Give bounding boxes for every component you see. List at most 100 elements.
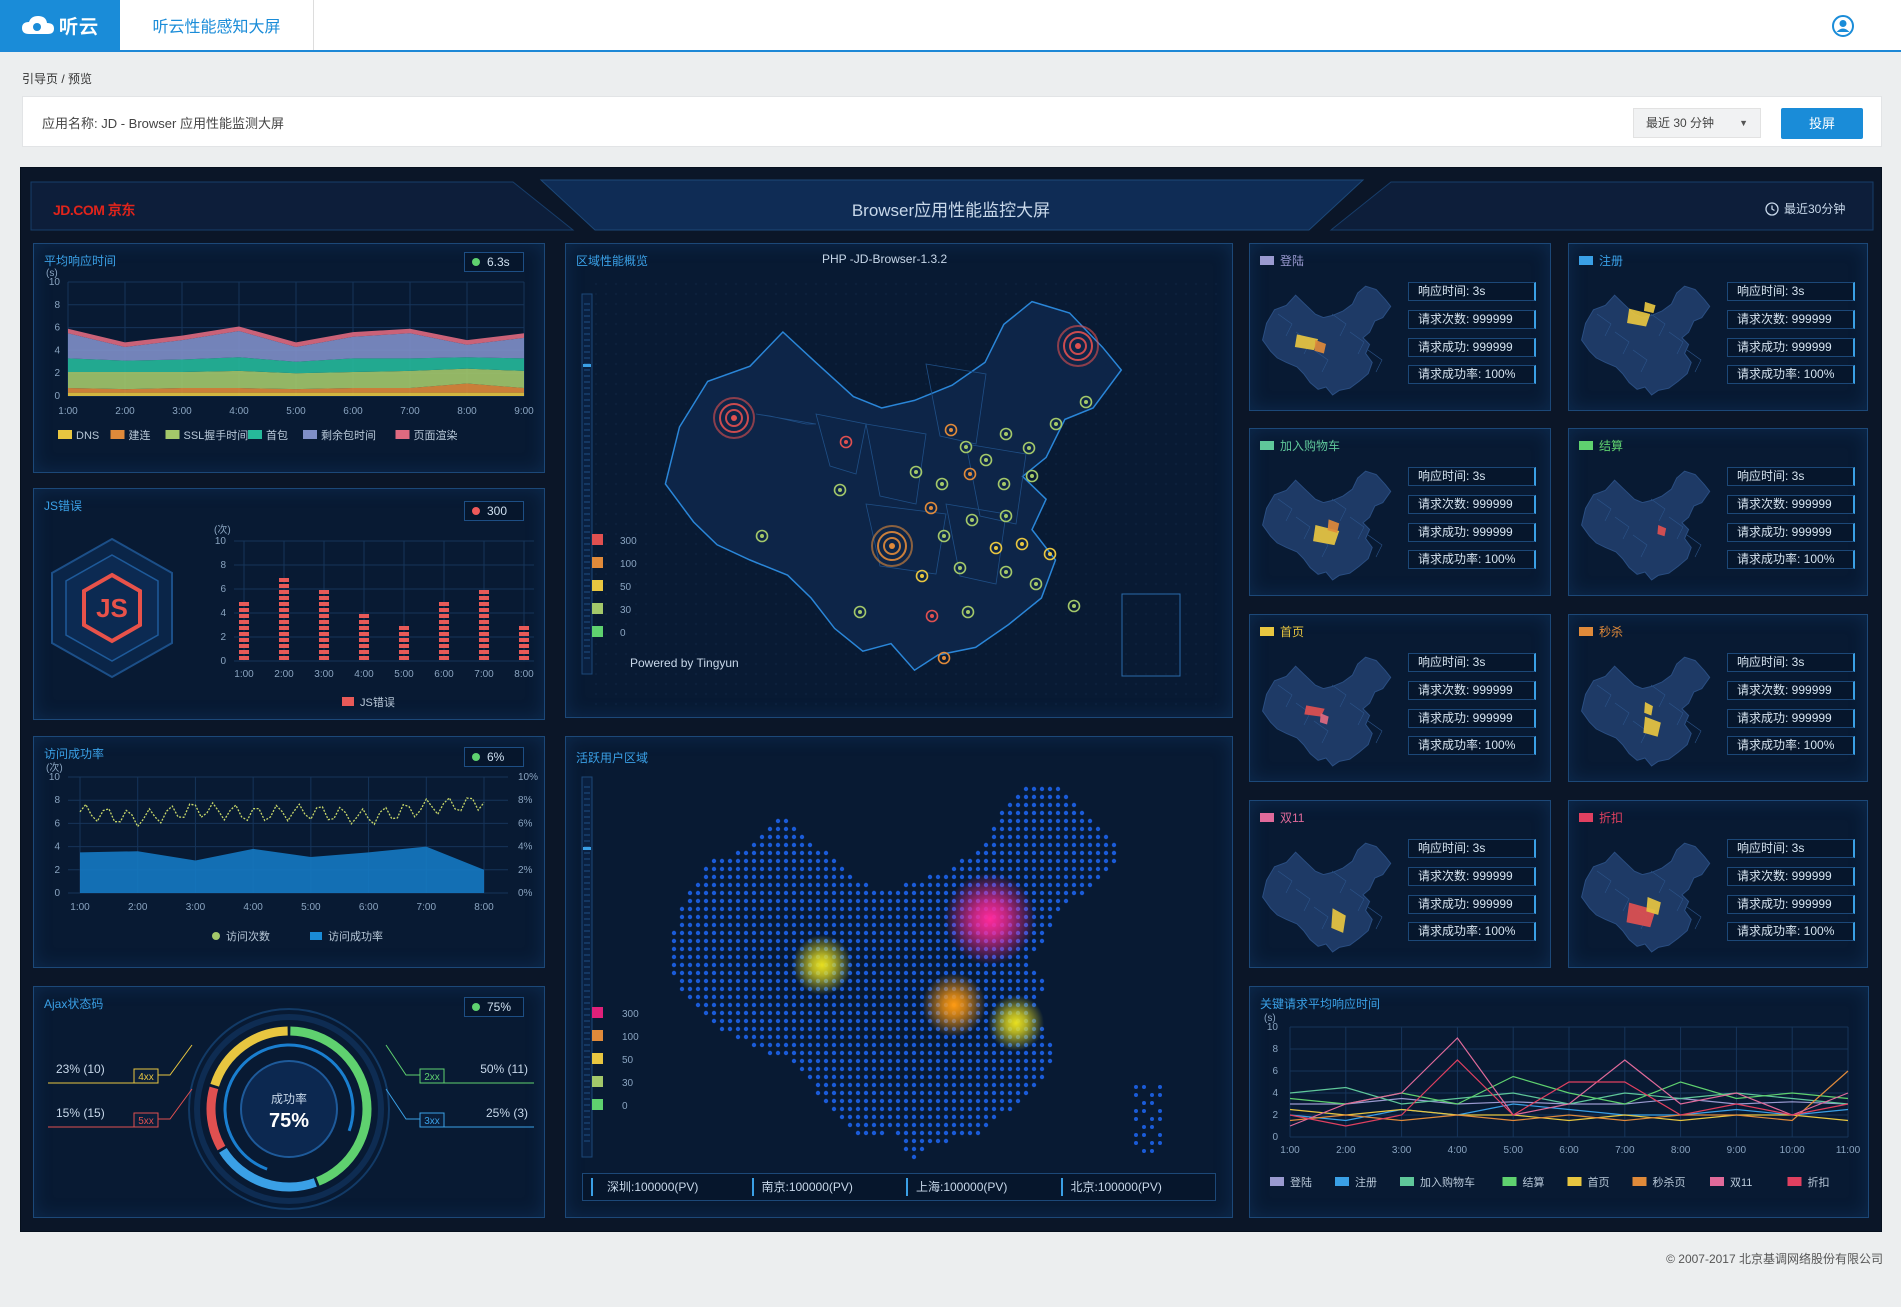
map-dot (1023, 1090, 1029, 1096)
bg-dot (915, 683, 917, 685)
map-dot (791, 850, 797, 856)
map-dot (959, 874, 965, 880)
bg-dot (895, 283, 897, 285)
bg-dot (1035, 703, 1037, 705)
bg-dot (605, 353, 607, 355)
bg-dot (605, 423, 607, 425)
map-dot (1031, 1058, 1037, 1064)
map-dot (1142, 1149, 1146, 1153)
bg-dot (1135, 573, 1137, 575)
map-dot (839, 874, 845, 880)
bg-dot (1045, 523, 1047, 525)
map-dot (1039, 826, 1045, 832)
logo[interactable]: 听云 (0, 0, 120, 50)
map-dot (807, 1058, 813, 1064)
bg-dot (645, 413, 647, 415)
bg-dot (1015, 643, 1017, 645)
scale-label: 30 (622, 1078, 634, 1089)
app-title[interactable]: 听云性能感知大屏 (120, 0, 314, 50)
bg-dot (785, 603, 787, 605)
bg-dot (865, 703, 867, 705)
time-range-select[interactable]: 最近 30 分钟 ▼ (1633, 108, 1761, 138)
map-dot (687, 922, 693, 928)
breadcrumb[interactable]: 引导页 / 预览 (22, 70, 92, 87)
bg-dot (1095, 463, 1097, 465)
map-dot (839, 1098, 845, 1104)
hotspot (922, 973, 986, 1037)
bg-dot (1215, 413, 1217, 415)
bg-dot (1155, 413, 1157, 415)
map-dot (959, 1042, 965, 1048)
map-dot (855, 1034, 861, 1040)
map-dot (847, 906, 853, 912)
bg-dot (1105, 333, 1107, 335)
cast-screen-button[interactable]: 投屏 (1781, 108, 1863, 139)
bg-dot (675, 543, 677, 545)
request-card[interactable]: 秒杀 响应时间: 3s 请求次数: 999999 请求成功: 999999 请求… (1568, 614, 1868, 782)
bg-dot (1015, 283, 1017, 285)
bg-dot (635, 443, 637, 445)
bg-dot (705, 373, 707, 375)
map-dot (919, 906, 925, 912)
map-dot (871, 1090, 877, 1096)
bar-segment (279, 614, 289, 618)
map-dot (895, 1074, 901, 1080)
bg-dot (615, 583, 617, 585)
cloud-logo-icon (21, 16, 54, 34)
map-dot (887, 1066, 893, 1072)
bg-dot (735, 353, 737, 355)
bg-dot (985, 703, 987, 705)
user-avatar-icon[interactable] (1832, 15, 1854, 37)
bar-segment (319, 656, 329, 660)
request-card[interactable]: 结算 响应时间: 3s 请求次数: 999999 请求成功: 999999 请求… (1568, 428, 1868, 596)
bg-dot (1195, 623, 1197, 625)
bg-dot (1095, 543, 1097, 545)
bg-dot (695, 603, 697, 605)
request-card[interactable]: 加入购物车 响应时间: 3s 请求次数: 999999 请求成功: 999999… (1249, 428, 1551, 596)
map-dot (879, 1114, 885, 1120)
bg-dot (595, 343, 597, 345)
request-card[interactable]: 首页 响应时间: 3s 请求次数: 999999 请求成功: 999999 请求… (1249, 614, 1551, 782)
request-card[interactable]: 登陆 响应时间: 3s 请求次数: 999999 请求成功: 999999 请求… (1249, 243, 1551, 411)
bg-dot (965, 673, 967, 675)
card-title: 登陆 (1260, 252, 1304, 269)
marker-core (940, 482, 944, 486)
bg-dot (1145, 373, 1147, 375)
map-dot (991, 834, 997, 840)
legend-swatch (1260, 627, 1274, 636)
map-dot (919, 922, 925, 928)
map-dot (903, 1058, 909, 1064)
bg-dot (1215, 573, 1217, 575)
map-dot (903, 1130, 909, 1136)
map-dot (767, 938, 773, 944)
map-dot (855, 954, 861, 960)
bg-dot (1035, 653, 1037, 655)
bg-dot (605, 603, 607, 605)
bg-dot (1095, 683, 1097, 685)
map-dot (775, 970, 781, 976)
bg-dot (765, 703, 767, 705)
map-dot (751, 842, 757, 848)
bar-segment (519, 656, 529, 660)
bg-dot (1015, 703, 1017, 705)
request-card[interactable]: 折扣 响应时间: 3s 请求次数: 999999 请求成功: 999999 请求… (1568, 800, 1868, 968)
bg-dot (1125, 363, 1127, 365)
request-card[interactable]: 注册 响应时间: 3s 请求次数: 999999 请求成功: 999999 请求… (1568, 243, 1868, 411)
bg-dot (695, 673, 697, 675)
map-dot (935, 1074, 941, 1080)
bg-dot (1205, 463, 1207, 465)
bg-dot (835, 653, 837, 655)
bg-dot (625, 513, 627, 515)
x-tick-label: 4:00 (243, 902, 263, 913)
bg-dot (615, 623, 617, 625)
bg-dot (1015, 673, 1017, 675)
map-dot (887, 1002, 893, 1008)
bar-segment (439, 614, 449, 618)
request-card[interactable]: 双11 响应时间: 3s 请求次数: 999999 请求成功: 999999 请… (1249, 800, 1551, 968)
bg-dot (975, 293, 977, 295)
map-dot (823, 914, 829, 920)
map-dot (695, 970, 701, 976)
bg-dot (1115, 613, 1117, 615)
bg-dot (1065, 423, 1067, 425)
map-dot (1023, 794, 1029, 800)
